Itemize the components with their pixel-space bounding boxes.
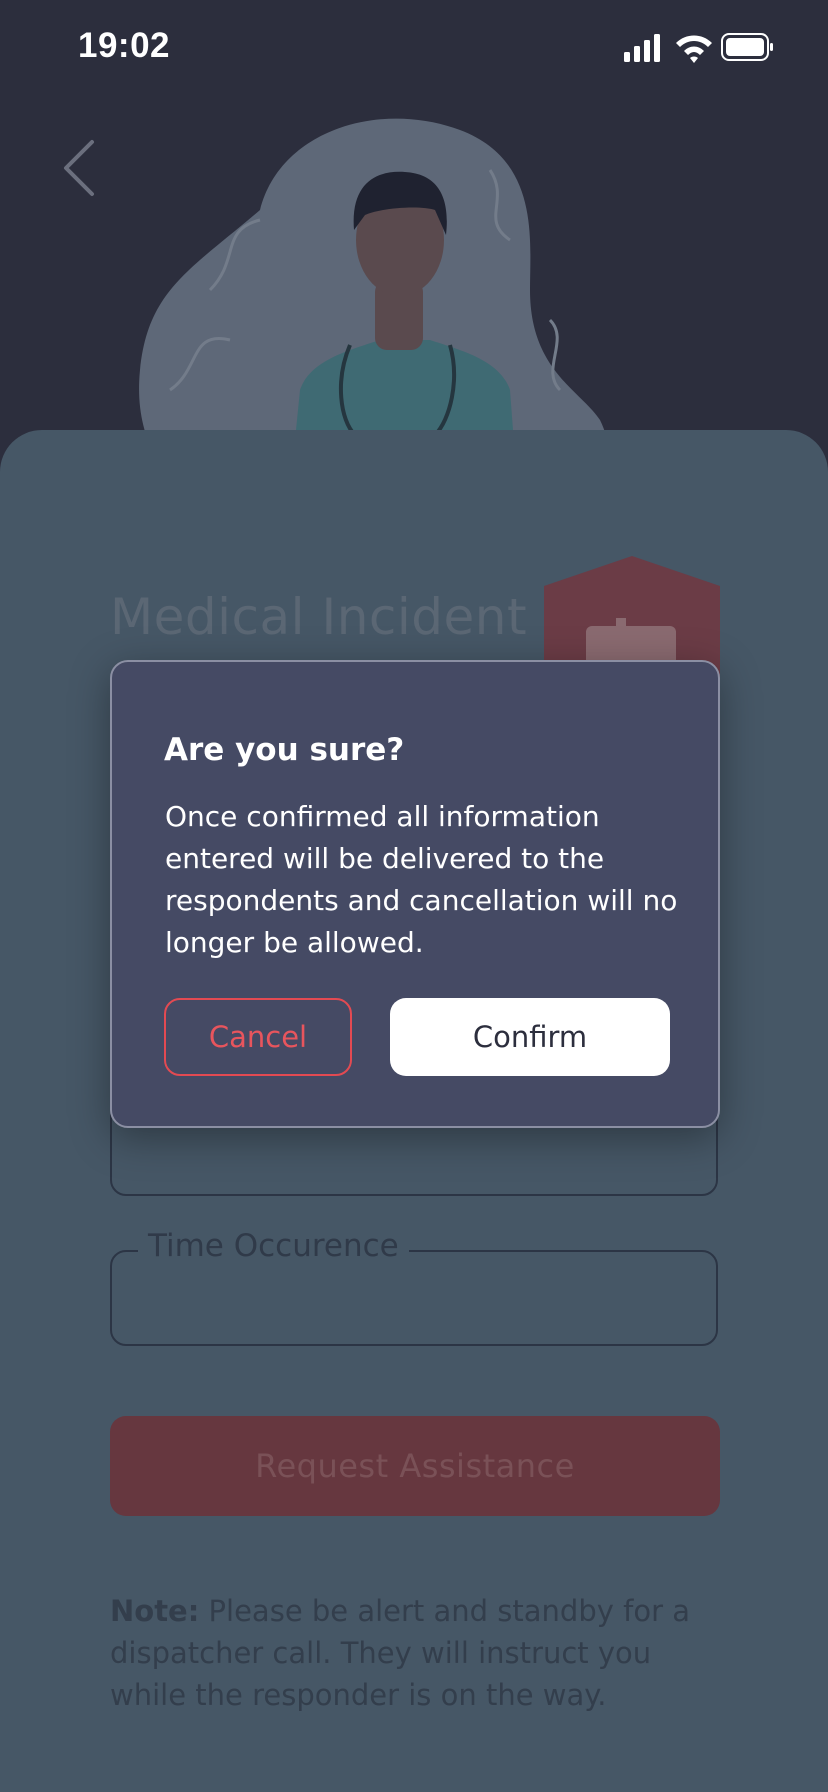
dialog-title: Are you sure? (164, 732, 405, 768)
dialog-message: Once confirmed all information entered w… (165, 800, 678, 959)
wifi-icon (676, 35, 712, 63)
note-label: Note: (110, 1594, 200, 1628)
back-arrow-icon[interactable] (56, 136, 106, 200)
cancel-button[interactable]: Cancel (164, 998, 352, 1076)
time-occurence-field[interactable]: Time Occurence (110, 1228, 718, 1346)
status-bar: 19:02 (0, 0, 828, 96)
note-text: Note: Please be alert and standby for a … (110, 1590, 730, 1716)
confirm-button[interactable]: Confirm (390, 998, 670, 1076)
status-icons (624, 33, 773, 63)
page-title: Medical Incident (110, 588, 528, 646)
time-occurence-label: Time Occurence (138, 1228, 409, 1264)
cellular-signal-icon (624, 34, 660, 62)
status-time: 19:02 (78, 26, 171, 65)
request-assistance-button[interactable]: Request Assistance (110, 1416, 720, 1516)
confirm-dialog: Are you sure? Once confirmed all informa… (110, 660, 720, 1128)
battery-icon (721, 33, 773, 61)
